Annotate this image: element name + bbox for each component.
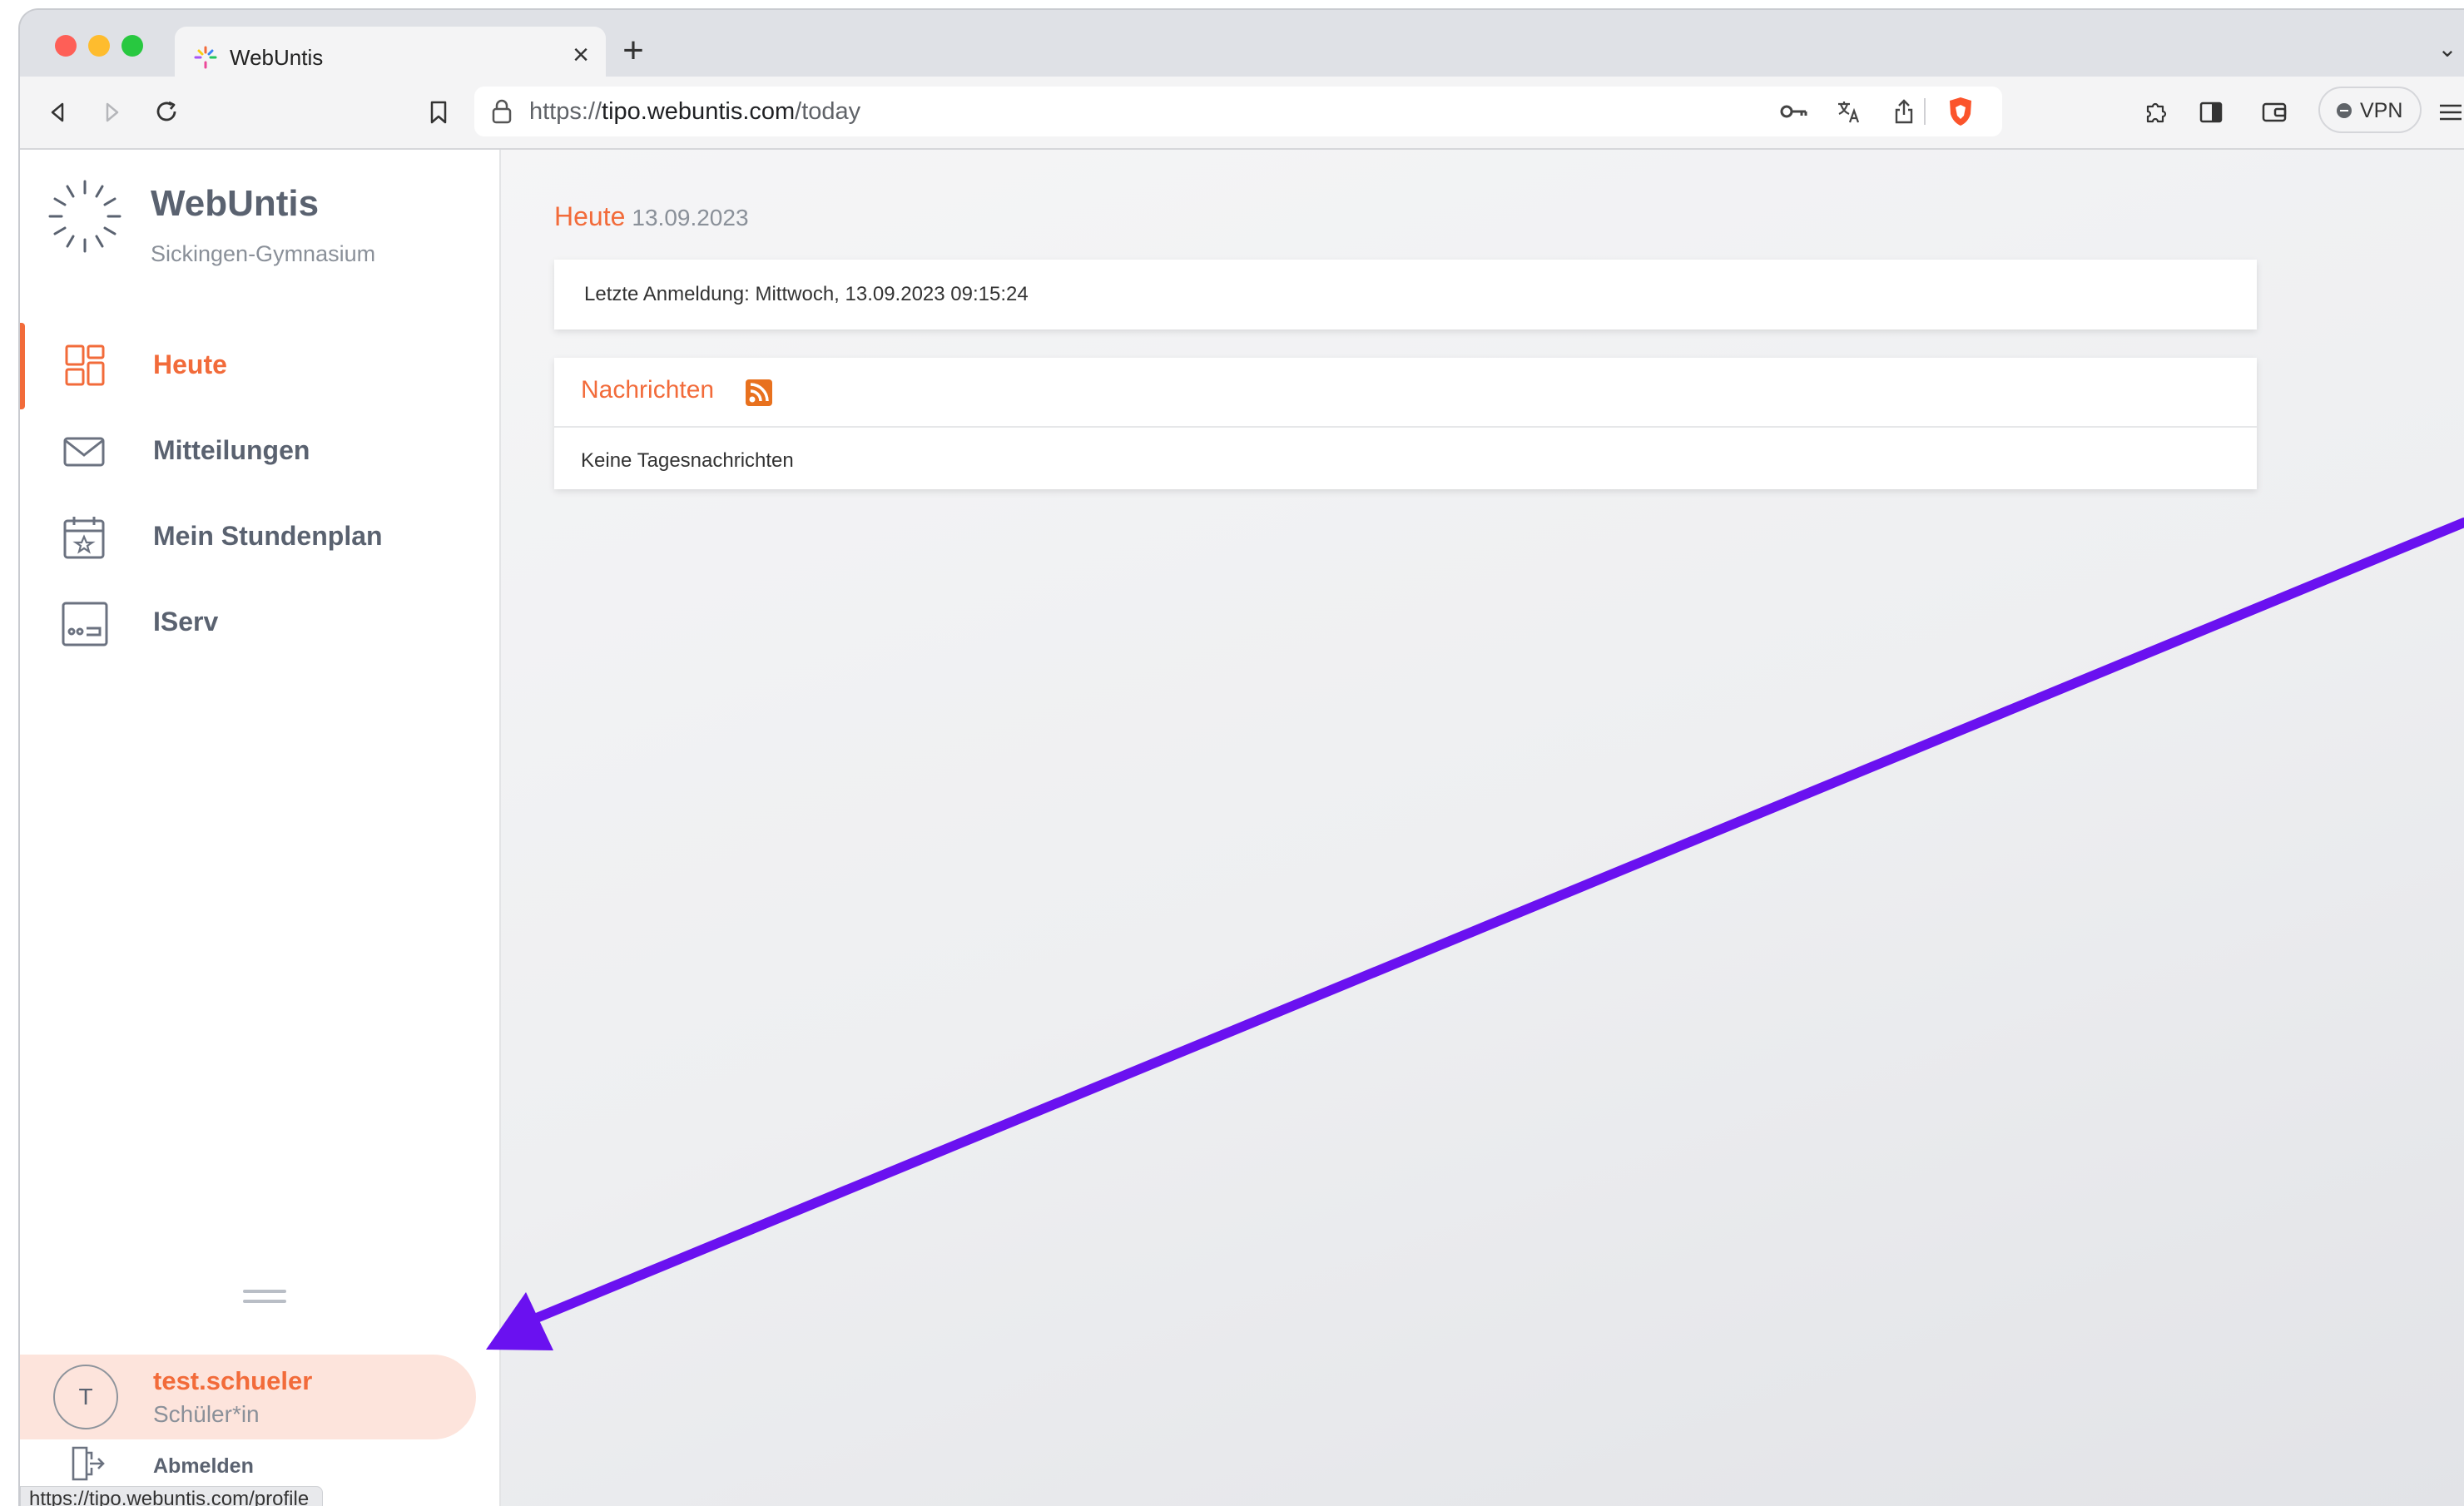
lock-icon bbox=[492, 99, 512, 124]
profile-username: test.schueler bbox=[153, 1366, 313, 1395]
back-icon bbox=[51, 102, 64, 122]
browser-menu-button[interactable] bbox=[2432, 93, 2464, 131]
sidebar-panel-icon bbox=[2199, 102, 2223, 123]
profile-role: Schüler*in bbox=[153, 1401, 260, 1427]
forward-icon bbox=[106, 102, 119, 122]
window-maximize-button[interactable] bbox=[121, 35, 143, 57]
puzzle-icon bbox=[2146, 102, 2167, 123]
nav-label-heute: Heute bbox=[153, 349, 227, 379]
webuntis-favicon-icon bbox=[194, 46, 217, 69]
extensions-button[interactable] bbox=[2137, 93, 2175, 131]
browser-window: WebUntis × + ⌄ https://tipo.webuntis.com… bbox=[20, 10, 2464, 1506]
hamburger-menu-icon bbox=[2440, 104, 2462, 121]
page-title: Heute bbox=[554, 201, 626, 231]
tab-strip: WebUntis × + ⌄ bbox=[20, 10, 2464, 85]
url-host: tipo.webuntis.com bbox=[602, 98, 796, 125]
vpn-button[interactable]: VPN bbox=[2318, 87, 2422, 133]
news-card: Nachrichten Keine Tagesnachrichten bbox=[554, 358, 2257, 489]
last-login-card: Letzte Anmeldung: Mittwoch, 13.09.2023 0… bbox=[554, 260, 2257, 329]
tab-title: WebUntis bbox=[230, 45, 324, 70]
wallet-button[interactable] bbox=[2255, 93, 2293, 131]
rss-icon[interactable] bbox=[746, 379, 772, 406]
page-date: 13.09.2023 bbox=[632, 205, 749, 230]
status-bar-url: https://tipo.webuntis.com/profile bbox=[20, 1486, 324, 1506]
nav-item-iserv[interactable]: IServ bbox=[20, 580, 499, 666]
password-key-icon[interactable] bbox=[1779, 97, 1809, 126]
profile-card[interactable]: T test.schueler Schüler*in bbox=[20, 1355, 476, 1439]
wallet-icon bbox=[2262, 102, 2287, 122]
bookmark-icon bbox=[430, 101, 447, 124]
window-minimize-button[interactable] bbox=[88, 35, 110, 57]
new-tab-button[interactable]: + bbox=[612, 30, 654, 72]
webpage: WebUntis Sickingen-Gymnasium Heute Mitte… bbox=[20, 150, 2464, 1506]
app-name: WebUntis bbox=[151, 183, 320, 224]
news-empty-text: Keine Tagesnachrichten bbox=[581, 449, 794, 472]
vpn-label: VPN bbox=[2360, 99, 2403, 122]
avatar: T bbox=[53, 1365, 118, 1429]
back-button[interactable] bbox=[38, 93, 77, 131]
brave-shields-icon[interactable] bbox=[1946, 97, 1976, 126]
sidebar: WebUntis Sickingen-Gymnasium Heute Mitte… bbox=[20, 150, 501, 1506]
forward-button[interactable] bbox=[93, 93, 131, 131]
reload-icon bbox=[156, 101, 176, 121]
browser-toolbar: https://tipo.webuntis.com/today VPN bbox=[20, 77, 2464, 150]
window-close-button[interactable] bbox=[55, 35, 77, 57]
webuntis-logo-icon bbox=[48, 180, 121, 253]
nav-item-heute[interactable]: Heute bbox=[20, 323, 499, 409]
nav-label-iserv: IServ bbox=[153, 607, 219, 637]
school-name: Sickingen-Gymnasium bbox=[151, 241, 376, 266]
url-separator bbox=[1924, 98, 1926, 125]
iserv-icon bbox=[62, 602, 108, 646]
logout-icon[interactable] bbox=[68, 1444, 107, 1483]
mail-icon bbox=[63, 437, 105, 467]
translate-icon[interactable] bbox=[1834, 97, 1864, 126]
last-login-text: Letzte Anmeldung: Mittwoch, 13.09.2023 0… bbox=[584, 283, 1029, 305]
logout-link[interactable]: Abmelden bbox=[153, 1454, 254, 1479]
tab-close-icon[interactable]: × bbox=[564, 38, 597, 72]
share-icon[interactable] bbox=[1889, 97, 1919, 126]
sidebar-toggle-button[interactable] bbox=[2192, 93, 2230, 131]
url-text[interactable]: https://tipo.webuntis.com/today bbox=[529, 98, 860, 126]
news-header: Nachrichten bbox=[554, 358, 2257, 428]
url-path: /today bbox=[795, 98, 861, 125]
reload-button[interactable] bbox=[148, 93, 186, 131]
nav-item-stundenplan[interactable]: Mein Stundenplan bbox=[20, 494, 499, 581]
news-title: Nachrichten bbox=[581, 376, 715, 404]
nav-item-mitteilungen[interactable]: Mitteilungen bbox=[20, 409, 499, 495]
url-scheme: https:// bbox=[529, 98, 602, 125]
nav-label-stundenplan: Mein Stundenplan bbox=[153, 521, 383, 551]
tab-list-chevron-icon[interactable]: ⌄ bbox=[2431, 35, 2464, 62]
sidebar-drag-handle[interactable] bbox=[243, 1290, 286, 1308]
calendar-star-icon bbox=[63, 517, 105, 559]
page-heading: Heute 13.09.2023 bbox=[554, 201, 749, 232]
bookmark-button[interactable] bbox=[419, 93, 458, 131]
nav-label-mitteilungen: Mitteilungen bbox=[153, 435, 310, 465]
dashboard-icon bbox=[65, 344, 105, 386]
address-bar[interactable]: https://tipo.webuntis.com/today bbox=[474, 87, 2002, 136]
vpn-status-icon bbox=[2337, 103, 2352, 118]
